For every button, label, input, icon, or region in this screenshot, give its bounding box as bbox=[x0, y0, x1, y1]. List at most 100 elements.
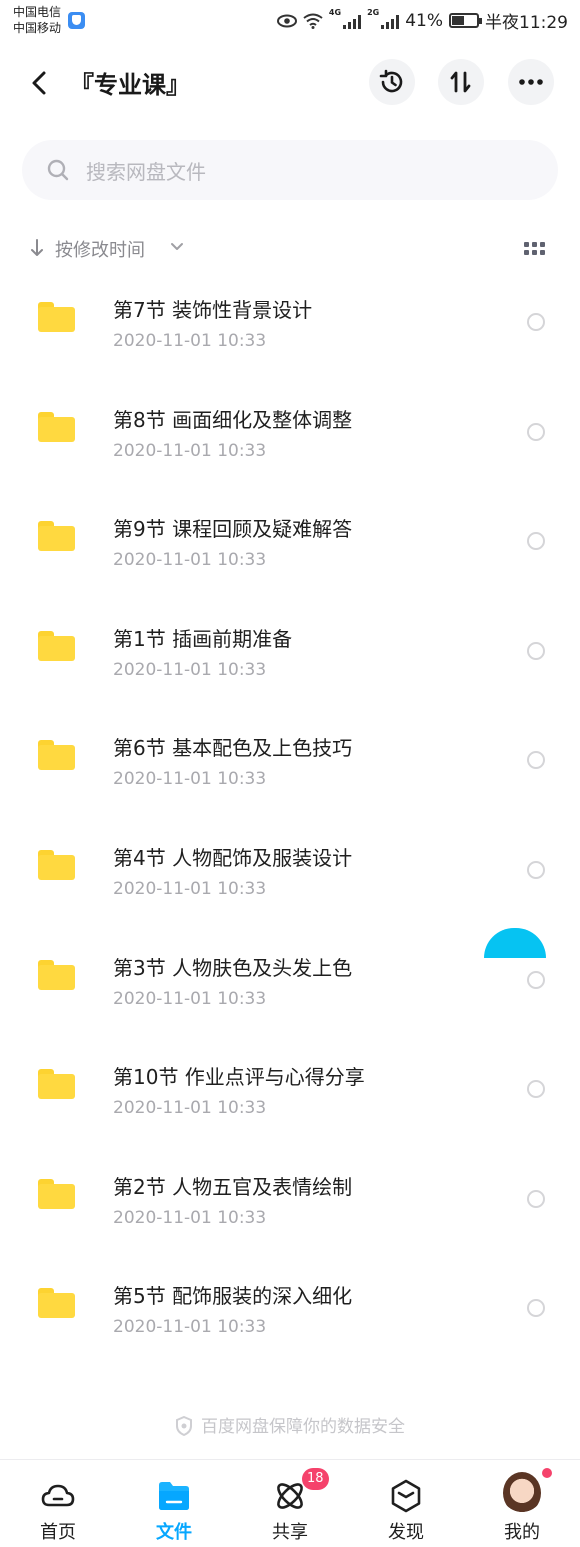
header: 『专业课』 bbox=[0, 55, 580, 111]
search-icon bbox=[47, 159, 69, 181]
avatar[interactable] bbox=[503, 1472, 541, 1514]
file-date: 2020-11-01 10:33 bbox=[113, 769, 267, 790]
carrier-info: 中国电信 中国移动 bbox=[13, 4, 61, 36]
eye-icon bbox=[276, 14, 297, 27]
file-row[interactable]: 第2节 人物五官及表情绘制 2020-11-01 10:33 bbox=[0, 1153, 580, 1263]
select-checkbox[interactable] bbox=[527, 1299, 545, 1318]
folder-icon bbox=[38, 1288, 75, 1319]
file-name: 第10节 作业点评与心得分享 bbox=[113, 1065, 365, 1090]
file-row[interactable]: 第7节 装饰性背景设计 2020-11-01 10:33 bbox=[0, 276, 580, 386]
file-row[interactable]: 第8节 画面细化及整体调整 2020-11-01 10:33 bbox=[0, 386, 580, 496]
file-date: 2020-11-01 10:33 bbox=[113, 550, 267, 571]
folder-icon bbox=[159, 1482, 189, 1510]
sort-bar: 按修改时间 bbox=[0, 232, 580, 268]
safety-note: 百度网盘保障你的数据安全 bbox=[0, 1412, 580, 1437]
select-checkbox[interactable] bbox=[527, 313, 545, 331]
file-date: 2020-11-01 10:33 bbox=[113, 988, 267, 1009]
folder-icon bbox=[38, 630, 75, 661]
tab-label: 文件 bbox=[156, 1522, 192, 1543]
shield-icon bbox=[68, 12, 85, 29]
network-2g-label: 2G bbox=[367, 8, 380, 17]
select-checkbox[interactable] bbox=[527, 532, 545, 551]
select-checkbox[interactable] bbox=[527, 751, 545, 770]
file-row[interactable]: 第5节 配饰服装的深入细化 2020-11-01 10:33 bbox=[0, 1262, 580, 1372]
select-checkbox[interactable] bbox=[527, 860, 545, 879]
transfer-button[interactable] bbox=[438, 59, 484, 105]
wifi-icon bbox=[303, 13, 323, 29]
tab-home[interactable]: 首页 bbox=[0, 1460, 116, 1547]
folder-icon bbox=[38, 740, 75, 771]
tab-label: 发现 bbox=[388, 1522, 424, 1543]
notification-dot bbox=[542, 1468, 552, 1478]
file-name: 第1节 插画前期准备 bbox=[113, 626, 293, 651]
file-date: 2020-11-01 10:33 bbox=[113, 1317, 267, 1338]
carrier-2: 中国移动 bbox=[13, 21, 62, 35]
select-checkbox[interactable] bbox=[527, 970, 545, 989]
folder-icon bbox=[38, 1069, 75, 1100]
arrow-down-icon bbox=[31, 239, 43, 256]
file-row[interactable]: 第6节 基本配色及上色技巧 2020-11-01 10:33 bbox=[0, 714, 580, 824]
tab-label: 共享 bbox=[272, 1522, 308, 1543]
grid-view-toggle-icon[interactable] bbox=[524, 242, 546, 258]
status-bar: 中国电信 中国移动 4G 2G 41% 半夜11:29 bbox=[0, 0, 580, 40]
file-name: 第5节 配饰服装的深入细化 bbox=[113, 1284, 353, 1309]
folder-icon bbox=[38, 521, 75, 552]
file-date: 2020-11-01 10:33 bbox=[113, 878, 267, 899]
safety-note-text: 百度网盘保障你的数据安全 bbox=[201, 1417, 405, 1437]
cloud-icon bbox=[41, 1484, 75, 1507]
select-checkbox[interactable] bbox=[527, 1189, 545, 1208]
select-checkbox[interactable] bbox=[527, 422, 545, 441]
file-row[interactable]: 第9节 课程回顾及疑难解答 2020-11-01 10:33 bbox=[0, 495, 580, 605]
search-input[interactable]: 搜索网盘文件 bbox=[22, 140, 558, 200]
clock: 半夜11:29 bbox=[485, 13, 568, 33]
tab-share[interactable]: 共享 bbox=[232, 1460, 348, 1547]
back-button[interactable] bbox=[24, 67, 56, 99]
battery-percent: 41% bbox=[405, 10, 443, 31]
file-name: 第6节 基本配色及上色技巧 bbox=[113, 736, 353, 761]
bottom-tab-bar: 首页 文件 共享 18 发现 我的 bbox=[0, 1459, 580, 1547]
file-date: 2020-11-01 10:33 bbox=[113, 1098, 267, 1119]
file-name: 第8节 画面细化及整体调整 bbox=[113, 407, 353, 432]
history-button[interactable] bbox=[369, 59, 415, 105]
file-list: 第7节 装饰性背景设计 2020-11-01 10:33 第8节 画面细化及整体… bbox=[0, 276, 580, 1372]
file-date: 2020-11-01 10:33 bbox=[113, 1207, 267, 1228]
folder-icon bbox=[38, 849, 75, 880]
file-name: 第7节 装饰性背景设计 bbox=[113, 298, 313, 322]
file-name: 第9节 课程回顾及疑难解答 bbox=[113, 517, 353, 542]
tab-label: 我的 bbox=[504, 1522, 540, 1543]
file-row[interactable]: 第1节 插画前期准备 2020-11-01 10:33 bbox=[0, 605, 580, 715]
sort-order-dropdown[interactable]: 按修改时间 bbox=[55, 236, 145, 262]
file-row[interactable]: 第4节 人物配饰及服装设计 2020-11-01 10:33 bbox=[0, 824, 580, 934]
signal-icon-1 bbox=[343, 13, 362, 29]
status-indicators: 4G 2G 41% 半夜11:29 bbox=[276, 8, 568, 33]
search-placeholder: 搜索网盘文件 bbox=[86, 160, 206, 184]
folder-icon bbox=[38, 1178, 75, 1209]
battery-icon bbox=[449, 13, 482, 28]
signal-icon-2 bbox=[381, 13, 400, 29]
more-button[interactable] bbox=[508, 59, 554, 105]
tab-label: 首页 bbox=[40, 1522, 76, 1543]
select-checkbox[interactable] bbox=[527, 1080, 545, 1099]
more-dots-icon bbox=[519, 79, 543, 85]
chevron-down-icon bbox=[171, 243, 183, 250]
history-icon bbox=[379, 69, 403, 93]
file-date: 2020-11-01 10:33 bbox=[113, 331, 267, 351]
carrier-1: 中国电信 bbox=[13, 5, 62, 19]
tab-files[interactable]: 文件 bbox=[116, 1460, 232, 1547]
transfer-arrows-icon bbox=[450, 71, 471, 93]
file-date: 2020-11-01 10:33 bbox=[113, 659, 267, 680]
tab-discover[interactable]: 发现 bbox=[348, 1460, 464, 1547]
folder-icon bbox=[38, 959, 75, 990]
folder-icon bbox=[38, 302, 75, 332]
shield-check-icon bbox=[176, 1416, 192, 1436]
file-date: 2020-11-01 10:33 bbox=[113, 440, 267, 461]
share-badge: 18 bbox=[302, 1468, 329, 1490]
file-name: 第2节 人物五官及表情绘制 bbox=[113, 1174, 353, 1199]
select-checkbox[interactable] bbox=[527, 641, 545, 660]
network-4g-label: 4G bbox=[328, 8, 342, 17]
file-name: 第3节 人物肤色及头发上色 bbox=[113, 955, 353, 980]
chevron-left-icon bbox=[32, 71, 46, 95]
cube-icon bbox=[391, 1479, 421, 1513]
page-title: 『专业课』 bbox=[70, 71, 190, 99]
file-row[interactable]: 第10节 作业点评与心得分享 2020-11-01 10:33 bbox=[0, 1043, 580, 1153]
